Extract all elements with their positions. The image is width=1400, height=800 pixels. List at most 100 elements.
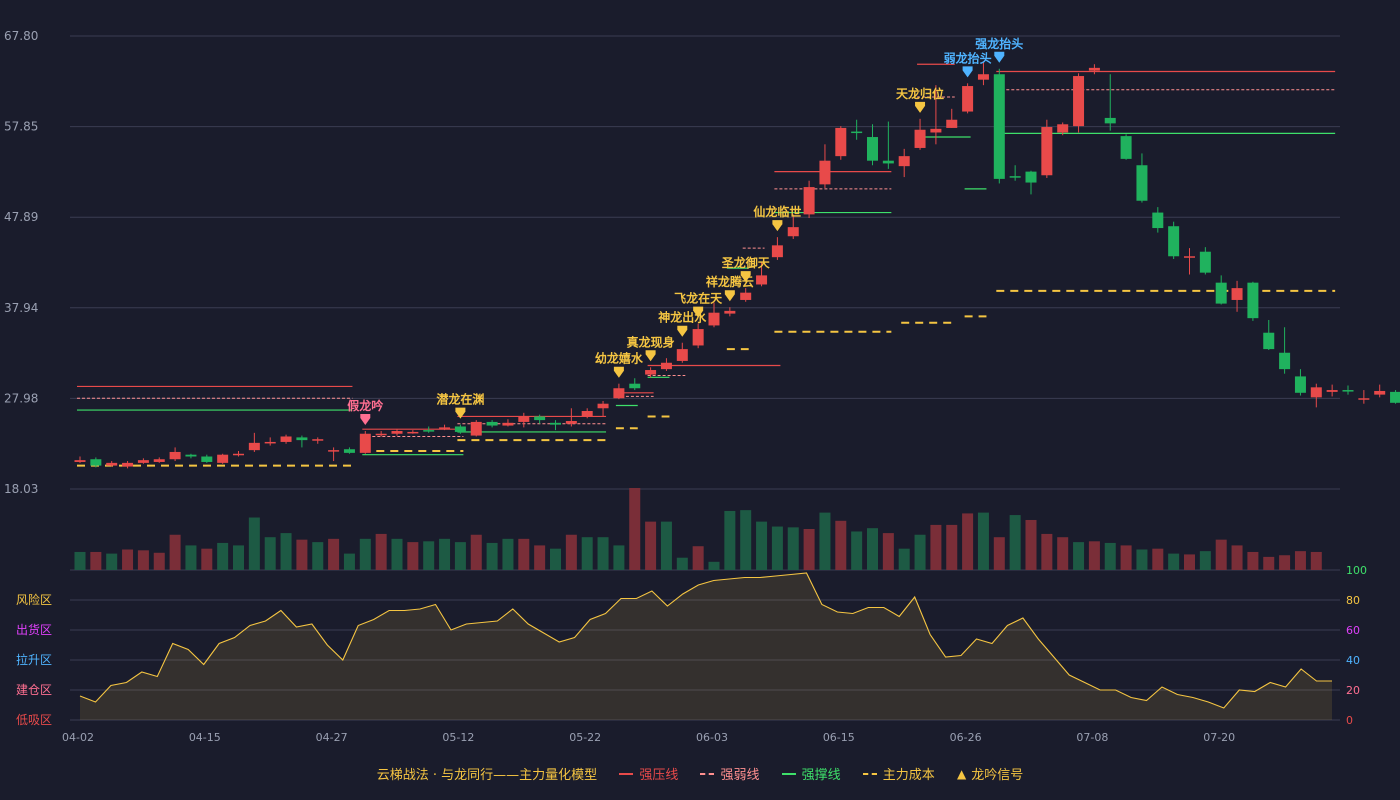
candle-body [312,439,324,441]
volume-bar [534,545,546,570]
candle-body [1073,76,1085,127]
x-tick-label: 06-15 [823,731,855,744]
volume-bar [439,538,451,570]
signal-arrow-icon [994,51,1005,63]
x-tick-label: 06-26 [950,731,982,744]
legend-title: 云梯战法 · 与龙同行——主力量化模型 [376,768,598,783]
pressure-line-swatch [619,772,634,775]
oscillator-zone-label: 风险区 [16,592,52,607]
volume-bar [1263,556,1275,570]
candle-body [248,442,260,451]
candle-body [565,421,577,424]
oscillator-zone-label: 拉升区 [16,652,52,667]
candle-body [169,451,181,460]
candle-body [1136,165,1148,201]
volume-bar [724,510,736,570]
candle-body [819,160,831,185]
x-axis: 04-02 04-15 04-27 05-12 05-22 06-03 06-15 06-26… [62,731,1235,744]
candle-body [803,187,815,215]
volume-bar [1120,545,1132,570]
candle-body [660,362,672,370]
x-tick-label: 07-20 [1203,731,1235,744]
candle-body [74,460,86,462]
volume-bar [1057,537,1069,570]
candle-body [1294,376,1306,393]
volume-bar [708,561,720,570]
candle-body [185,454,197,457]
volume-bar [359,538,371,570]
signal-arrow-icon [915,101,926,113]
volume-bar [343,553,355,570]
candle-body [137,460,149,463]
balance-line-swatch [700,772,715,775]
volume-bar [1279,555,1291,570]
candle-body [645,370,657,375]
legend-item-signal[interactable]: ▲ 龙吟信号 [957,764,1023,784]
price-tick-label: 27.98 [4,391,38,405]
candle-body [1215,282,1227,304]
volume-bar [1073,542,1085,570]
volume-bar [993,537,1005,570]
volume-bar [835,520,847,570]
price-tick-label: 37.94 [4,301,38,315]
candle-body [993,74,1005,179]
legend-item-pressure[interactable]: 强压线 [619,764,678,783]
volume-bar [106,553,118,570]
price-tick-label: 57.85 [4,120,38,134]
signal-arrow-icon [677,325,688,337]
volume-bar [502,538,514,570]
volume-bar [153,552,165,570]
volume-bar [962,513,974,570]
volume-bar [1136,549,1148,570]
volume-bar [851,531,863,570]
volume-bar [375,533,387,570]
price-tick-label: 18.03 [4,482,38,496]
candle-body [1279,352,1291,370]
candle-body [851,131,863,134]
volume-bar [391,538,403,570]
volume-bar [787,527,799,570]
volume-bar [1041,533,1053,570]
candle-body [375,433,387,436]
legend-item-balance[interactable]: 强弱线 [700,764,760,783]
volume-bar [280,533,292,570]
volume-bar [1199,551,1211,570]
x-tick-label: 07-08 [1076,731,1108,744]
volume-bar [898,548,910,570]
cost-line-swatch [862,772,877,775]
volume-bar [248,517,260,570]
candle-body [391,431,403,434]
legend-item-support[interactable]: 强撑线 [781,764,841,783]
signal-label: 飞龙在天 [674,291,723,306]
volume-bar [486,542,498,570]
volume-bar [1247,551,1259,570]
signal-label: 天龙归位 [896,86,944,101]
volume-bar [1231,545,1243,570]
candle-body [153,459,165,462]
candle-body [359,433,371,453]
candle-body [233,453,244,456]
legend-label: 强弱线 [720,768,760,783]
volume-bar [233,545,244,570]
level-lines-layer [77,63,1336,467]
signal-label: 潜龙在渊 [436,392,484,407]
candle-body [1263,332,1275,350]
candle-body [486,421,498,426]
candle-body [1120,136,1132,159]
volume-bar [882,533,894,570]
volume-bar [264,537,276,570]
signal-arrow-icon [645,350,656,362]
candle-body [1009,176,1021,178]
volume-bar [629,488,641,570]
volume-bar [867,528,878,570]
volume-bar [1184,554,1195,570]
dragon-stock-chart: 67.80 57.85 47.89 37.94 27.98 18.03 假龙吟 潜龙在渊 幼龙… [4,29,1400,744]
signal-layer: 假龙吟 潜龙在渊幼龙嬉水真龙现身神龙出水飞龙在天祥龙腾云圣龙御天仙龙临世天龙归位弱… [347,36,1023,426]
candle-body [597,403,609,409]
candle-body [122,462,134,467]
candle-body [1199,251,1211,273]
legend-item-cost[interactable]: 主力成本 [862,764,935,783]
candle-body [867,137,878,161]
volume-bar [185,545,197,570]
volume-bar [328,538,340,570]
